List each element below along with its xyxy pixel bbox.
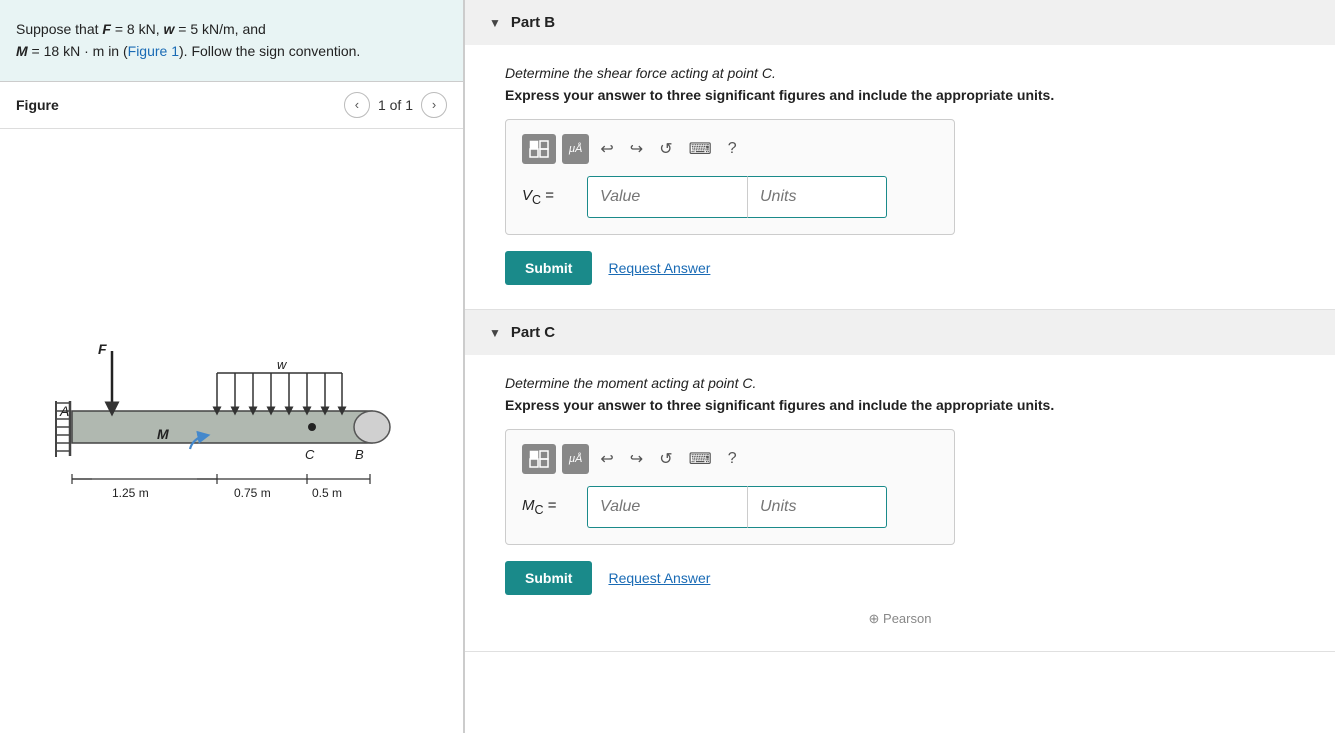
svg-text:0.5 m: 0.5 m (312, 486, 342, 500)
part-b-help-btn[interactable]: ? (723, 136, 742, 162)
part-c-symbol-btn[interactable]: μÅ (562, 444, 589, 474)
part-b-description: Determine the shear force acting at poin… (505, 65, 1295, 81)
figure-nav: ‹ 1 of 1 › (344, 92, 447, 118)
part-b-symbol-btn[interactable]: μÅ (562, 134, 589, 164)
left-panel: Suppose that F = 8 kN, w = 5 kN/m, and M… (0, 0, 465, 733)
part-c-action-row: Submit Request Answer (505, 561, 1295, 595)
force-var: F (102, 21, 111, 37)
part-b-submit-btn[interactable]: Submit (505, 251, 592, 285)
part-c-description: Determine the moment acting at point C. (505, 375, 1295, 391)
part-b-redo-btn[interactable]: ↪ (625, 135, 648, 163)
figure-header: Figure ‹ 1 of 1 › (0, 82, 463, 129)
svg-text:0.75 m: 0.75 m (234, 486, 271, 500)
figure-prev-btn[interactable]: ‹ (344, 92, 370, 118)
part-c-input-row: MC = (522, 486, 938, 528)
pearson-logo-area: ⊕ Pearson (505, 603, 1295, 627)
svg-text:M: M (157, 426, 169, 442)
part-c-undo-btn[interactable]: ↩ (595, 445, 618, 473)
part-b-refresh-btn[interactable]: ↺ (654, 135, 677, 163)
part-c-units-input[interactable] (747, 486, 887, 528)
part-c-format-btn[interactable] (522, 444, 556, 474)
part-b-value-input[interactable] (587, 176, 747, 218)
figure-diagram: A w (42, 301, 422, 561)
problem-statement: Suppose that F = 8 kN, w = 5 kN/m, and M… (0, 0, 463, 82)
part-b-section: ▼ Part B Determine the shear force actin… (465, 0, 1335, 310)
part-b-keyboard-btn[interactable]: ⌨ (684, 135, 717, 163)
part-b-input-label: VC = (522, 187, 577, 207)
figure-title: Figure (16, 97, 59, 113)
pearson-label: ⊕ Pearson (869, 611, 932, 627)
part-c-input-label: MC = (522, 497, 577, 517)
svg-text:1.25 m: 1.25 m (112, 486, 149, 500)
svg-text:w: w (277, 357, 288, 372)
svg-text:C: C (305, 447, 315, 462)
figure-link[interactable]: Figure 1 (128, 43, 179, 59)
part-c-content: Determine the moment acting at point C. … (465, 355, 1335, 651)
part-c-value-input[interactable] (587, 486, 747, 528)
part-b-format-btn[interactable] (522, 134, 556, 164)
figure-count: 1 of 1 (378, 97, 413, 113)
part-b-units-input[interactable] (747, 176, 887, 218)
part-c-answer-box: μÅ ↩ ↪ ↺ ⌨ ? MC = (505, 429, 955, 545)
part-b-request-link[interactable]: Request Answer (608, 260, 710, 276)
part-b-undo-btn[interactable]: ↩ (595, 135, 618, 163)
part-c-header[interactable]: ▼ Part C (465, 310, 1335, 355)
figure-next-btn[interactable]: › (421, 92, 447, 118)
part-b-action-row: Submit Request Answer (505, 251, 1295, 285)
part-c-redo-btn[interactable]: ↪ (625, 445, 648, 473)
dist-load-var: w (164, 21, 175, 37)
part-c-section: ▼ Part C Determine the moment acting at … (465, 310, 1335, 652)
right-panel: ▼ Part B Determine the shear force actin… (465, 0, 1335, 733)
part-c-refresh-btn[interactable]: ↺ (654, 445, 677, 473)
part-b-title: Part B (511, 14, 555, 31)
part-c-instruction: Express your answer to three significant… (505, 397, 1295, 413)
part-c-keyboard-btn[interactable]: ⌨ (684, 445, 717, 473)
part-c-request-link[interactable]: Request Answer (608, 570, 710, 586)
moment-var: M (16, 43, 28, 59)
part-b-instruction: Express your answer to three significant… (505, 87, 1295, 103)
part-b-header[interactable]: ▼ Part B (465, 0, 1335, 45)
figure-area: A w (0, 129, 463, 733)
part-b-toolbar: μÅ ↩ ↪ ↺ ⌨ ? (522, 134, 938, 164)
part-c-submit-btn[interactable]: Submit (505, 561, 592, 595)
svg-text:F: F (98, 341, 107, 357)
part-c-toolbar: μÅ ↩ ↪ ↺ ⌨ ? (522, 444, 938, 474)
part-c-chevron: ▼ (489, 326, 501, 340)
part-b-input-row: VC = (522, 176, 938, 218)
svg-text:B: B (355, 447, 364, 462)
part-b-answer-box: μÅ ↩ ↪ ↺ ⌨ ? VC = (505, 119, 955, 235)
part-b-chevron: ▼ (489, 16, 501, 30)
part-c-title: Part C (511, 324, 555, 341)
part-b-content: Determine the shear force acting at poin… (465, 45, 1335, 309)
part-c-help-btn[interactable]: ? (723, 446, 742, 472)
svg-text:A: A (59, 403, 69, 419)
